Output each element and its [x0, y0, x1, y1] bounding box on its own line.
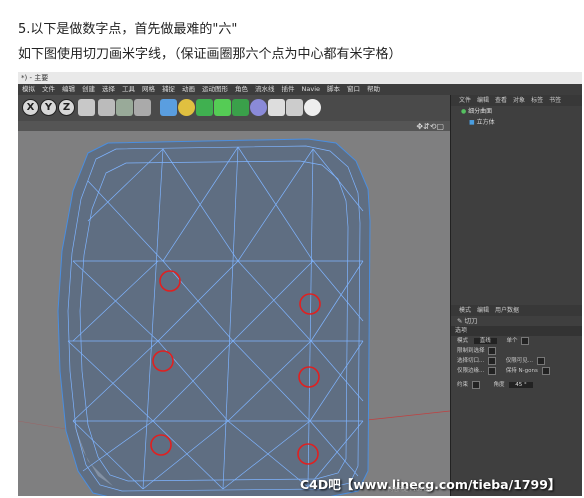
- main-toolbar: X Y Z: [18, 95, 450, 122]
- caption-line-2: 如下图使用切刀画米字线，（保证画圈那六个点为中心都有米字格）: [18, 47, 402, 62]
- right-panel: 文件 编辑 查看 对象 标签 书签 ● 细分曲面 ■ 立方体 模式 编辑 用户数据 ✎ 切刀 …: [450, 95, 582, 496]
- render-region-icon[interactable]: [98, 99, 115, 116]
- object-manager-menu: 文件 编辑 查看 对象 标签 书签: [451, 95, 582, 106]
- options-section: 选项: [451, 326, 582, 336]
- main-menubar: 模拟 文件 编辑 创建 选择 工具 网格 捕捉 动画 运动图形 角色 流水线 插件 Navie 脚本 窗口 帮助: [18, 84, 582, 95]
- deformer-icon[interactable]: [232, 99, 249, 116]
- menu-item[interactable]: 模拟: [22, 84, 35, 95]
- viewport-nav-icons[interactable]: ✥⇵⟲▢: [416, 122, 444, 131]
- 3d-viewport[interactable]: ✥⇵⟲▢: [18, 121, 450, 496]
- menu-item[interactable]: 角色: [235, 84, 248, 95]
- visible-label: 仅限可见...: [505, 358, 533, 364]
- menu-item[interactable]: 动画: [182, 84, 195, 95]
- menu-item[interactable]: 工具: [122, 84, 135, 95]
- cut-label: 选择切口...: [457, 358, 485, 364]
- menu-item[interactable]: 创建: [82, 84, 95, 95]
- single-label: 单个: [506, 338, 518, 344]
- object-label: 立方体: [476, 119, 495, 126]
- menu-item[interactable]: 网格: [142, 84, 155, 95]
- om-menu-item[interactable]: 对象: [513, 95, 525, 106]
- ngons-checkbox[interactable]: [541, 366, 550, 375]
- om-menu-item[interactable]: 书签: [549, 95, 561, 106]
- world-coords-icon[interactable]: [78, 99, 95, 116]
- single-checkbox[interactable]: [521, 336, 530, 345]
- attribute-menu: 模式 编辑 用户数据: [451, 305, 582, 316]
- edge-label: 仅限边缘...: [457, 368, 485, 374]
- menu-item[interactable]: 编辑: [62, 84, 75, 95]
- om-menu-item[interactable]: 标签: [531, 95, 543, 106]
- tool-name: 切刀: [464, 317, 478, 325]
- mode-select[interactable]: 直线: [473, 338, 497, 344]
- axis-z-button[interactable]: Z: [58, 99, 75, 116]
- menu-item[interactable]: 脚本: [327, 84, 340, 95]
- restrict-row: 限制到选择: [451, 346, 582, 356]
- angle-label: 角度: [493, 382, 505, 388]
- menu-item[interactable]: 窗口: [347, 84, 360, 95]
- render-settings-icon[interactable]: [134, 99, 151, 116]
- light-icon[interactable]: [304, 99, 321, 116]
- attr-menu-item[interactable]: 模式: [459, 305, 471, 316]
- mode-label: 模式: [457, 338, 469, 344]
- viewport-header: ✥⇵⟲▢: [18, 121, 450, 131]
- menu-item[interactable]: Navie: [302, 84, 321, 95]
- attr-menu-item[interactable]: 用户数据: [495, 305, 519, 316]
- attribute-manager: 模式 编辑 用户数据 ✎ 切刀 选项 模式 直线 单个 限制到选择 选择切口... …: [451, 305, 582, 390]
- attr-menu-item[interactable]: 编辑: [477, 305, 489, 316]
- grid-spacing-status: 网格间距 : 100 cm: [388, 487, 432, 493]
- object-row-subdivision[interactable]: ● 细分曲面: [451, 106, 582, 117]
- visible-checkbox[interactable]: [536, 356, 545, 365]
- menu-item[interactable]: 捕捉: [162, 84, 175, 95]
- cube-icon[interactable]: [160, 99, 177, 116]
- caption-line-1: 5.以下是做数字点，首先做最难的"六": [18, 22, 238, 37]
- ngons-label: 保持 N-gons: [505, 368, 538, 374]
- tool-name-row: ✎ 切刀: [451, 316, 582, 326]
- menu-item[interactable]: 插件: [282, 84, 295, 95]
- om-menu-item[interactable]: 查看: [495, 95, 507, 106]
- constrain-label: 约束: [457, 382, 469, 388]
- om-menu-item[interactable]: 编辑: [477, 95, 489, 106]
- mode-row: 模式 直线 单个: [451, 336, 582, 346]
- knife-icon: ✎: [457, 317, 463, 325]
- restrict-checkbox[interactable]: [488, 346, 497, 355]
- edge-row: 仅限边缘... 保持 N-gons: [451, 366, 582, 376]
- om-menu-item[interactable]: 文件: [459, 95, 471, 106]
- constrain-checkbox[interactable]: [471, 380, 480, 389]
- c4d-screenshot: *) - 主要 模拟 文件 编辑 创建 选择 工具 网格 捕捉 动画 运动图形 角色 流水线 插件 Nav…: [18, 72, 582, 496]
- menu-item[interactable]: 选择: [102, 84, 115, 95]
- window-title: *) - 主要: [18, 72, 582, 84]
- subdivision-icon: ●: [461, 108, 467, 115]
- render-view-icon[interactable]: [116, 99, 133, 116]
- restrict-label: 限制到选择: [457, 348, 485, 354]
- menu-item[interactable]: 运动图形: [202, 84, 228, 95]
- angle-input[interactable]: 45 °: [509, 382, 533, 388]
- constrain-row: 约束 角度 45 °: [451, 380, 582, 390]
- menu-item[interactable]: 流水线: [255, 84, 275, 95]
- mesh-canvas: [18, 138, 450, 496]
- pen-icon[interactable]: [178, 99, 195, 116]
- subdivision-icon[interactable]: [196, 99, 213, 116]
- axis-y-button[interactable]: Y: [40, 99, 57, 116]
- cut-checkbox[interactable]: [488, 356, 496, 365]
- cube-icon: ■: [469, 119, 475, 126]
- edge-checkbox[interactable]: [488, 366, 496, 375]
- array-icon[interactable]: [214, 99, 231, 116]
- environment-icon[interactable]: [250, 99, 267, 116]
- object-label: 细分曲面: [468, 108, 493, 115]
- cut-row: 选择切口... 仅限可见...: [451, 356, 582, 366]
- menu-item[interactable]: 文件: [42, 84, 55, 95]
- camera-icon[interactable]: [286, 99, 303, 116]
- object-row-cube[interactable]: ■ 立方体: [451, 117, 582, 128]
- axis-x-button[interactable]: X: [22, 99, 39, 116]
- mesh-body: [57, 138, 371, 496]
- floor-icon[interactable]: [268, 99, 285, 116]
- menu-item[interactable]: 帮助: [367, 84, 380, 95]
